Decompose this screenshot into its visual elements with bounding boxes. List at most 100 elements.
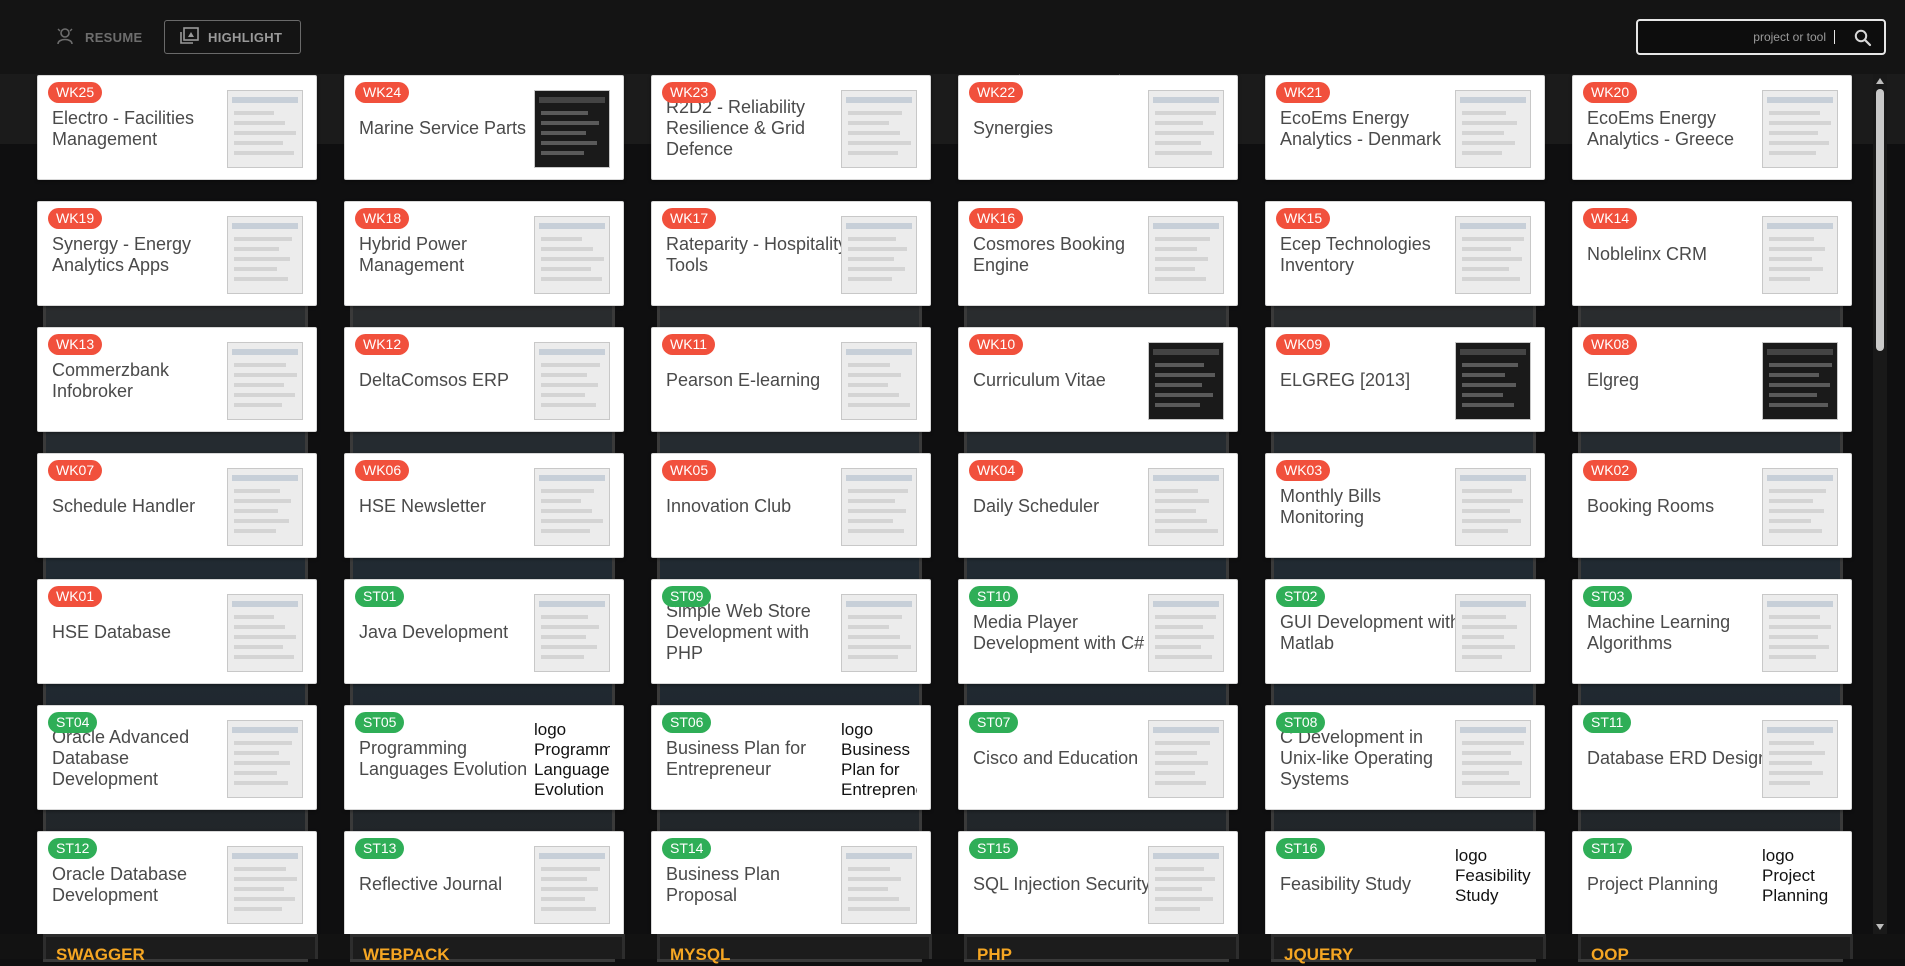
project-card[interactable]: Ecep Technologies Inventory WK15 xyxy=(1265,201,1545,306)
project-code-badge: WK05 xyxy=(662,460,717,481)
tool-label: SWAGGER xyxy=(56,945,145,964)
scroll-thumb[interactable] xyxy=(1876,89,1884,351)
tool-label: WEBPACK xyxy=(363,945,450,964)
project-code-badge: WK23 xyxy=(662,82,717,103)
project-code-badge: ST09 xyxy=(662,586,712,607)
project-card[interactable]: Rateparity - Hospitality Tools WK17 xyxy=(651,201,931,306)
tools-row: SWAGGER WEBPACK MYSQL PHP JQUERY OOP xyxy=(0,934,1905,964)
project-card[interactable]: Business Plan Proposal ST14 xyxy=(651,831,931,936)
project-thumbnail xyxy=(1148,90,1224,168)
project-card[interactable]: Project Planning logo Project Planning ST1… xyxy=(1572,831,1852,936)
project-card[interactable]: Marine Service Parts WK24 xyxy=(344,75,624,180)
project-card[interactable]: SQL Injection Security ST15 xyxy=(958,831,1238,936)
project-card[interactable]: Daily Scheduler WK04 xyxy=(958,453,1238,558)
project-thumbnail xyxy=(227,216,303,294)
project-card[interactable]: Schedule Handler WK07 xyxy=(37,453,317,558)
project-code-badge: WK17 xyxy=(662,208,717,229)
project-thumbnail xyxy=(1762,216,1838,294)
top-bar: RESUME HIGHLIGHT xyxy=(0,0,1905,74)
project-card[interactable]: Oracle Advanced Database Development ST04 xyxy=(37,705,317,810)
project-card[interactable]: Cosmores Booking Engine WK16 xyxy=(958,201,1238,306)
project-grid: Electro - Facilities Management WK25 Marin… xyxy=(0,0,1905,959)
project-card[interactable]: Booking Rooms WK02 xyxy=(1572,453,1852,558)
project-card[interactable]: Programming Languages Evolution logo Prog… xyxy=(344,705,624,810)
project-card[interactable]: Curriculum Vitae WK10 xyxy=(958,327,1238,432)
project-thumbnail xyxy=(1455,342,1531,420)
project-thumbnail xyxy=(841,468,917,546)
project-thumbnail-alt: logo Business Plan for Entrepreneur xyxy=(841,720,917,798)
project-card[interactable]: HSE Database WK01 xyxy=(37,579,317,684)
project-code-badge: WK25 xyxy=(48,82,103,103)
project-thumbnail xyxy=(1455,216,1531,294)
project-card[interactable]: Hybrid Power Management WK18 xyxy=(344,201,624,306)
project-card[interactable]: C Development in Unix-like Operating Sys… xyxy=(1265,705,1545,810)
project-card[interactable]: Commerzbank Infobroker WK13 xyxy=(37,327,317,432)
project-card[interactable]: Machine Learning Algorithms ST03 xyxy=(1572,579,1852,684)
project-thumbnail xyxy=(841,90,917,168)
highlight-icon xyxy=(179,26,199,48)
project-card[interactable]: HSE Newsletter WK06 xyxy=(344,453,624,558)
project-card[interactable]: Synergy - Energy Analytics Apps WK19 xyxy=(37,201,317,306)
project-card[interactable]: Reflective Journal ST13 xyxy=(344,831,624,936)
project-thumbnail xyxy=(1148,594,1224,672)
project-card[interactable]: ELGREG [2013] WK09 xyxy=(1265,327,1545,432)
project-thumbnail xyxy=(227,594,303,672)
project-code-badge: ST06 xyxy=(662,712,712,733)
project-card[interactable]: EcoEms Energy Analytics - Denmark WK21 xyxy=(1265,75,1545,180)
project-thumbnail xyxy=(1148,846,1224,924)
project-thumbnail xyxy=(534,594,610,672)
scroll-up-arrow-icon[interactable] xyxy=(1876,78,1884,84)
search-icon[interactable] xyxy=(1853,28,1873,48)
resume-button[interactable]: RESUME xyxy=(42,20,154,54)
project-card[interactable]: Monthly Bills Monitoring WK03 xyxy=(1265,453,1545,558)
project-card[interactable]: Noblelinx CRM WK14 xyxy=(1572,201,1852,306)
project-code-badge: WK08 xyxy=(1583,334,1638,355)
project-card[interactable]: Java Development ST01 xyxy=(344,579,624,684)
project-code-badge: ST15 xyxy=(969,838,1019,859)
project-card[interactable]: Simple Web Store Development with PHP ST0… xyxy=(651,579,931,684)
project-card[interactable]: Database ERD Design ST11 xyxy=(1572,705,1852,810)
project-code-badge: ST12 xyxy=(48,838,98,859)
project-thumbnail xyxy=(534,342,610,420)
project-thumbnail xyxy=(1455,90,1531,168)
project-card[interactable]: Elgreg WK08 xyxy=(1572,327,1852,432)
project-code-badge: WK20 xyxy=(1583,82,1638,103)
project-card[interactable]: EcoEms Energy Analytics - Greece WK20 xyxy=(1572,75,1852,180)
project-card[interactable]: Oracle Database Development ST12 xyxy=(37,831,317,936)
text-caret xyxy=(1834,30,1835,44)
project-card[interactable]: Cisco and Education ST07 xyxy=(958,705,1238,810)
project-card[interactable]: DeltaComsos ERP WK12 xyxy=(344,327,624,432)
highlight-button[interactable]: HIGHLIGHT xyxy=(164,20,301,54)
project-thumbnail xyxy=(227,90,303,168)
tool-tile[interactable]: JQUERY xyxy=(1271,934,1546,964)
project-card[interactable]: Media Player Development with C# ST10 xyxy=(958,579,1238,684)
resume-icon xyxy=(56,27,76,48)
project-thumbnail xyxy=(1148,468,1224,546)
project-card[interactable]: R2D2 - Reliability Resilience & Grid Def… xyxy=(651,75,931,180)
project-card[interactable]: Pearson E-learning WK11 xyxy=(651,327,931,432)
project-code-badge: ST02 xyxy=(1276,586,1326,607)
project-code-badge: ST05 xyxy=(355,712,405,733)
project-code-badge: WK07 xyxy=(48,460,103,481)
tool-tile[interactable]: PHP xyxy=(964,934,1239,964)
tool-label: PHP xyxy=(977,945,1012,964)
scroll-down-arrow-icon[interactable] xyxy=(1876,924,1884,930)
project-card[interactable]: GUI Development with Matlab ST02 xyxy=(1265,579,1545,684)
project-code-badge: ST04 xyxy=(48,712,98,733)
project-thumbnail xyxy=(227,720,303,798)
search-input[interactable] xyxy=(1644,21,1830,53)
tool-label: MYSQL xyxy=(670,945,731,964)
project-card[interactable]: Synergies WK22 xyxy=(958,75,1238,180)
tool-tile[interactable]: WEBPACK xyxy=(350,934,625,964)
project-card[interactable]: Electro - Facilities Management WK25 xyxy=(37,75,317,180)
tool-tile[interactable]: OOP xyxy=(1578,934,1853,964)
project-card[interactable]: Feasibility Study logo Feasibility Study S… xyxy=(1265,831,1545,936)
project-code-badge: ST16 xyxy=(1276,838,1326,859)
project-thumbnail xyxy=(227,846,303,924)
tool-tile[interactable]: MYSQL xyxy=(657,934,932,964)
tool-tile[interactable]: SWAGGER xyxy=(43,934,318,964)
vertical-scrollbar[interactable] xyxy=(1873,74,1887,934)
project-card[interactable]: Business Plan for Entrepreneur logo Busin… xyxy=(651,705,931,810)
project-card[interactable]: Innovation Club WK05 xyxy=(651,453,931,558)
project-thumbnail xyxy=(1148,720,1224,798)
